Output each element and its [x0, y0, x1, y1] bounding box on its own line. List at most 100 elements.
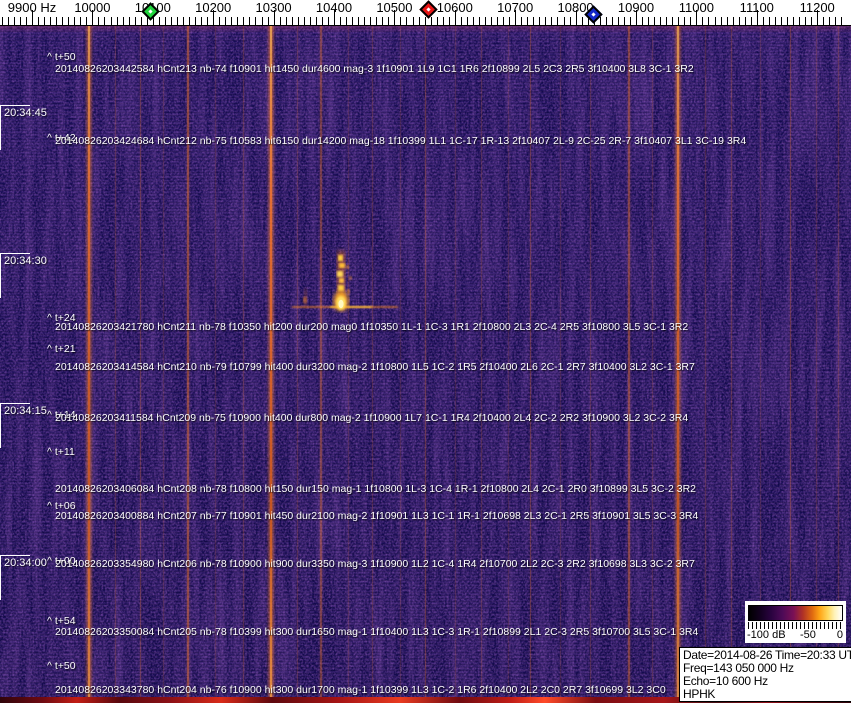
freq-tick: [539, 17, 541, 25]
freq-tick: [25, 17, 27, 25]
freq-tick: [460, 17, 462, 25]
freq-tick: [207, 17, 209, 25]
freq-tick: [738, 17, 740, 25]
db-label-mid: -50: [800, 629, 816, 641]
freq-tick: [629, 17, 631, 25]
freq-tick: [189, 17, 191, 25]
interference-line: [481, 25, 482, 703]
freq-tick: [122, 17, 124, 25]
freq-label: 10200: [195, 0, 232, 15]
freq-tick: [370, 17, 372, 25]
db-scale-tick: [784, 622, 785, 629]
freq-tick: [321, 17, 323, 25]
interference-line: [187, 25, 189, 703]
spectrogram-app-window: { "ruler": { "calib": {"f_origin": 9900,…: [0, 0, 851, 703]
freq-tick: [642, 17, 644, 25]
freq-tick: [732, 17, 734, 25]
freq-tick: [805, 17, 807, 25]
db-label-max: 0: [836, 629, 843, 641]
freq-tick: [841, 17, 843, 25]
freq-tick: [327, 17, 329, 25]
freq-tick: [551, 17, 553, 25]
freq-tick: [134, 17, 136, 25]
freq-tick: [533, 17, 535, 25]
freq-tick: [497, 17, 499, 25]
freq-tick: [436, 17, 438, 25]
freq-tick: [726, 17, 728, 25]
interference-line: [560, 25, 561, 703]
marker-center-dot: [426, 7, 431, 12]
interference-line: [297, 25, 298, 703]
freq-tick: [418, 17, 420, 25]
freq-tick: [478, 17, 480, 25]
interference-line: [400, 25, 401, 703]
info-line: HPHK: [683, 687, 716, 701]
freq-tick: [780, 17, 782, 25]
freq-tick: [545, 17, 547, 25]
db-scale-tick: [808, 622, 809, 629]
freq-tick: [684, 17, 686, 25]
freq-tick: [352, 17, 354, 25]
red-diamond-marker[interactable]: [419, 0, 438, 19]
meteor-echo-shape: [292, 251, 398, 311]
freq-label: 10500: [376, 0, 413, 15]
freq-tick: [243, 17, 245, 25]
freq-tick: [563, 17, 565, 25]
spectrogram: [0, 25, 851, 703]
freq-tick: [400, 17, 402, 25]
freq-label: 11200: [799, 0, 835, 15]
interference-line: [372, 25, 373, 703]
freq-tick: [1, 17, 3, 25]
freq-tick: [225, 17, 227, 25]
freq-tick: [267, 17, 269, 25]
freq-tick: [315, 17, 317, 25]
freq-tick: [708, 17, 710, 25]
db-scale-tick: [752, 622, 753, 629]
freq-tick: [62, 17, 64, 25]
db-scale-tick: [792, 622, 793, 629]
marker-center-dot: [591, 12, 596, 17]
db-scale-tick: [824, 622, 825, 629]
freq-tick: [110, 17, 112, 25]
freq-label: 10700: [497, 0, 534, 15]
freq-tick: [744, 17, 746, 25]
freq-tick: [714, 17, 716, 25]
freq-tick: [406, 17, 408, 25]
freq-tick: [176, 17, 178, 25]
interference-line: [508, 25, 509, 703]
db-gradient-bar: [748, 605, 843, 621]
freq-tick: [80, 17, 82, 25]
db-scale-tick: [760, 622, 761, 629]
freq-tick: [44, 17, 46, 25]
db-scale-tick: [796, 622, 797, 629]
freq-tick: [346, 17, 348, 25]
marker-center-dot: [148, 9, 153, 14]
interference-line: [115, 25, 116, 703]
freq-tick: [787, 17, 788, 25]
freq-tick: [648, 17, 650, 25]
interference-line: [320, 25, 322, 703]
freq-tick: [762, 17, 764, 25]
freq-tick: [255, 17, 257, 25]
freq-tick: [466, 17, 468, 25]
freq-tick: [491, 17, 493, 25]
freq-tick: [430, 17, 432, 25]
freq-tick: [557, 17, 559, 25]
freq-tick: [690, 17, 692, 25]
db-scale-tick: [776, 622, 777, 629]
freq-tick: [19, 17, 21, 25]
db-scale-tick: [772, 622, 773, 629]
freq-label: 10600: [436, 0, 473, 15]
freq-tick: [195, 17, 197, 25]
freq-tick: [412, 17, 414, 25]
freq-tick: [7, 17, 9, 25]
freq-tick: [527, 17, 529, 25]
freq-tick: [599, 17, 601, 25]
freq-tick: [279, 17, 281, 25]
interference-line: [88, 25, 90, 703]
freq-tick: [13, 17, 15, 25]
interference-line: [140, 25, 141, 703]
freq-tick: [835, 17, 837, 25]
freq-tick: [720, 17, 722, 25]
freq-tick: [617, 17, 619, 25]
